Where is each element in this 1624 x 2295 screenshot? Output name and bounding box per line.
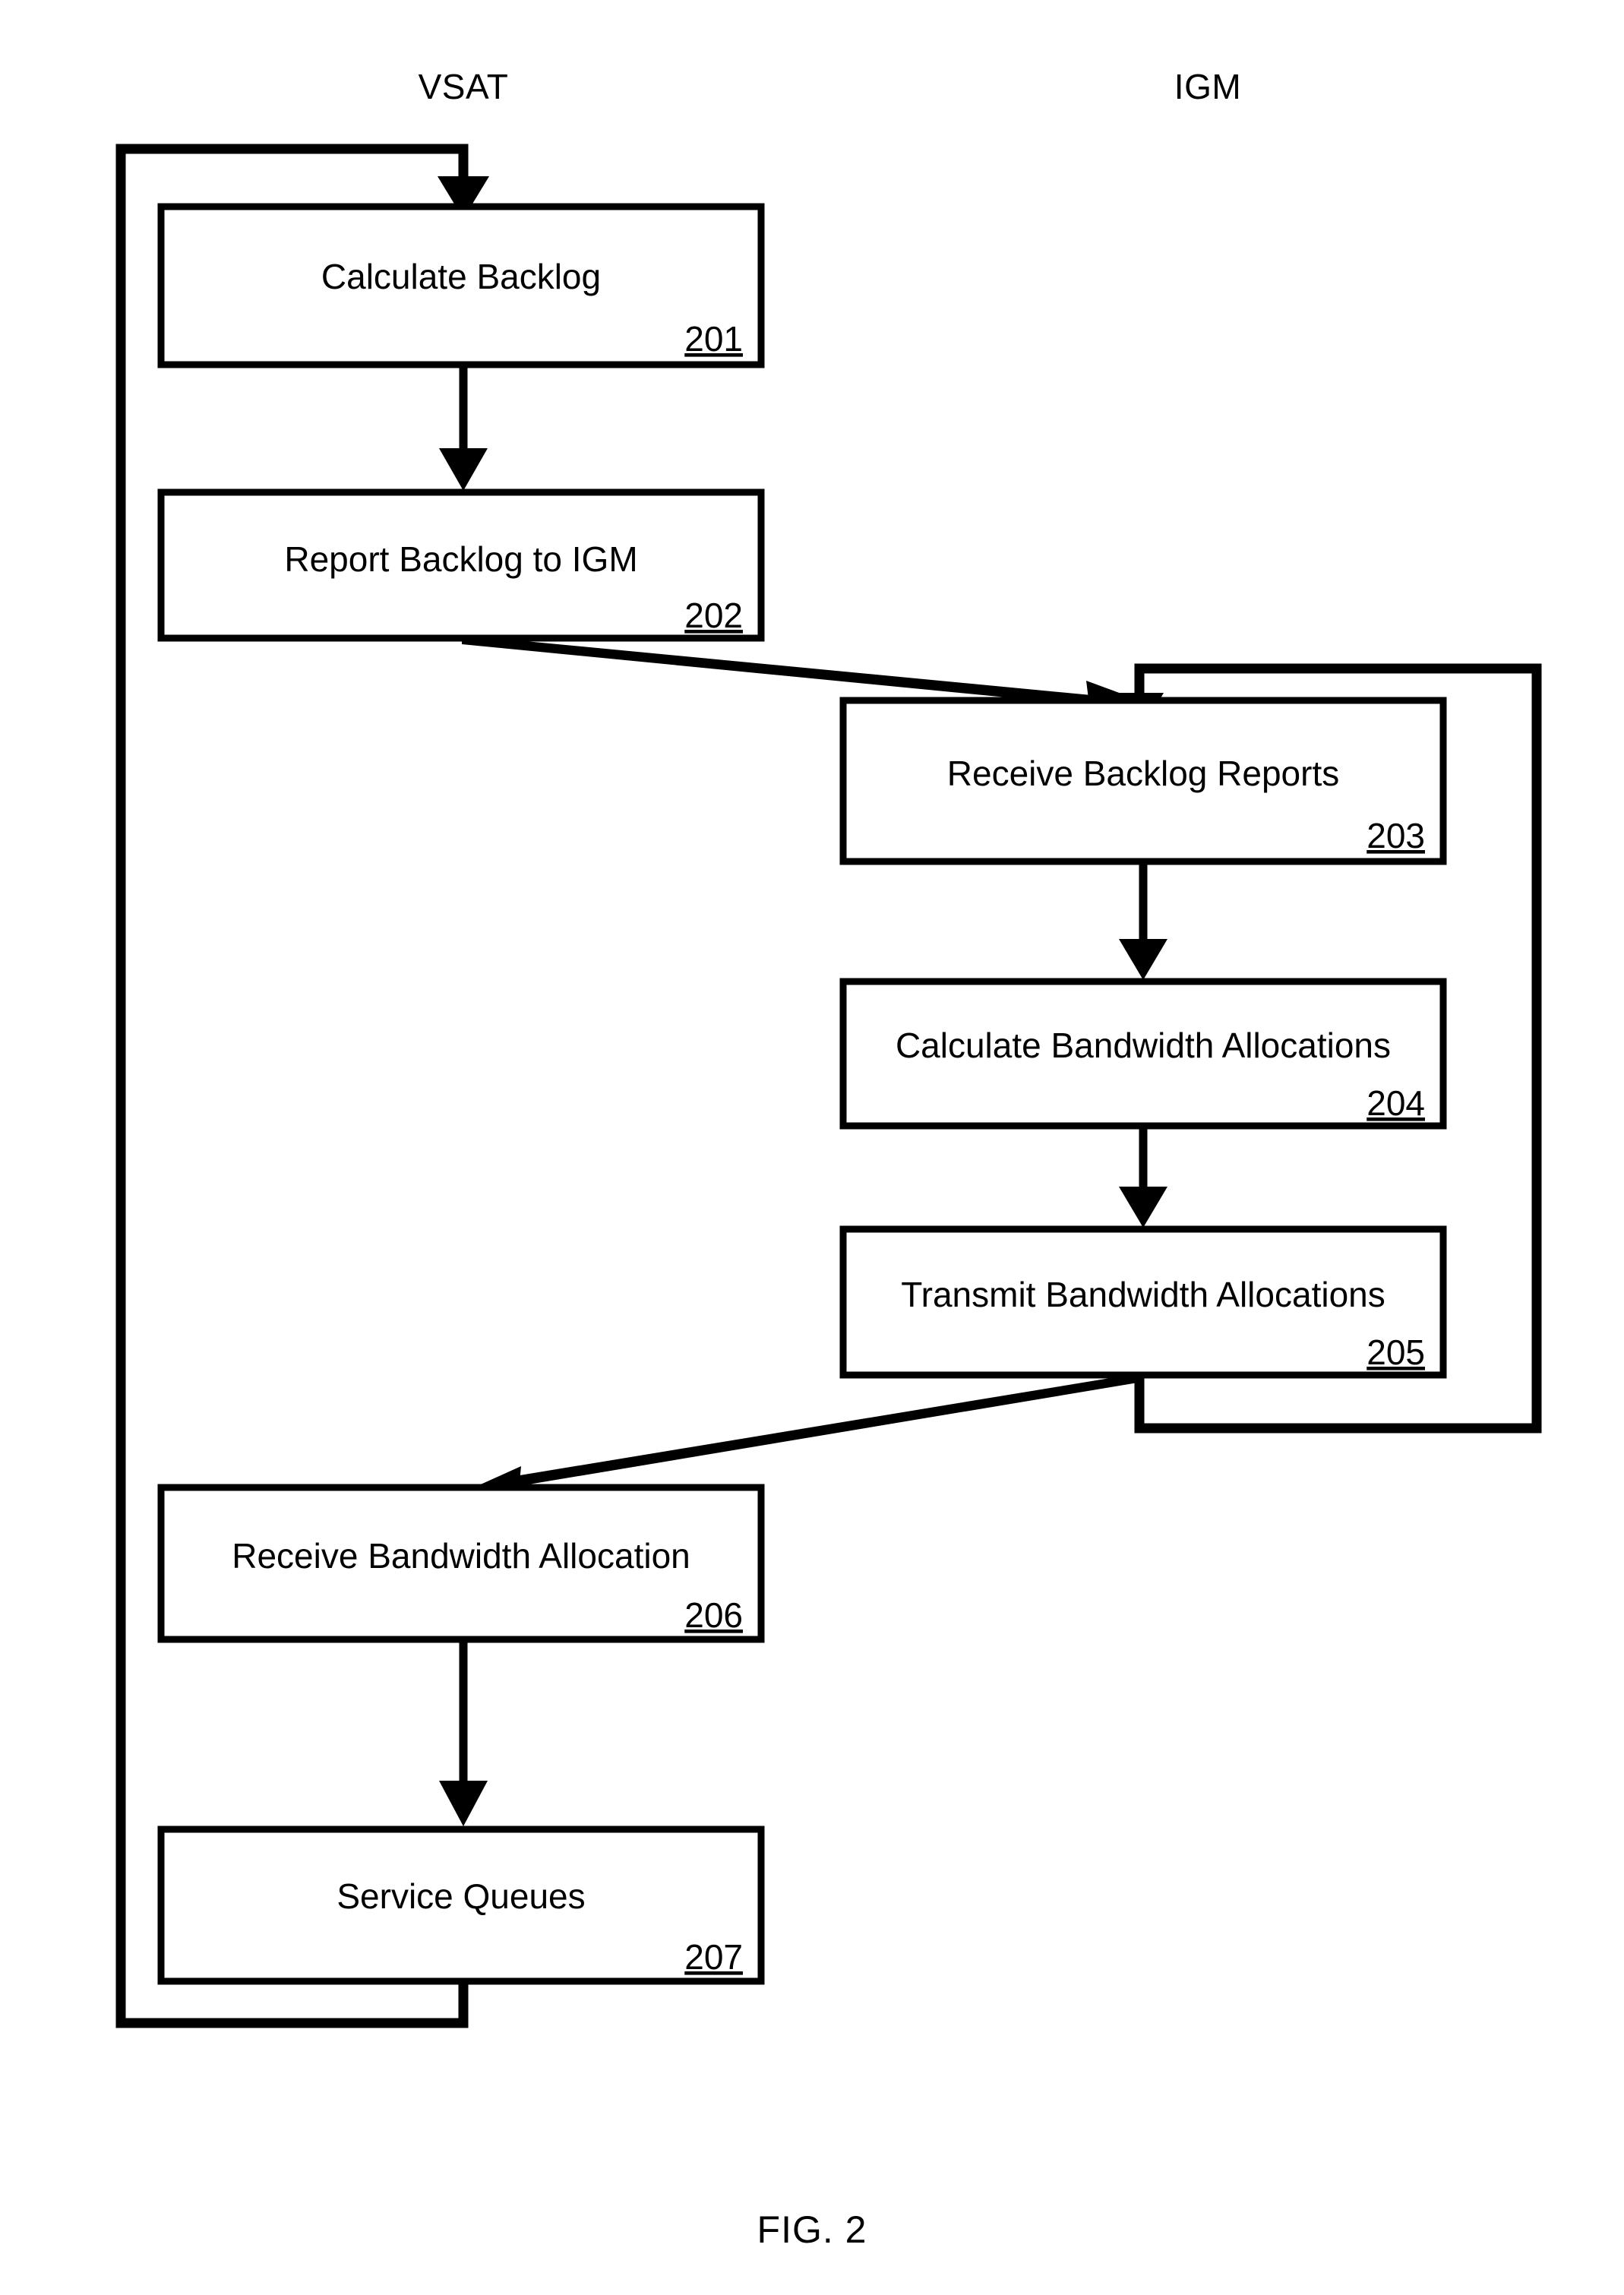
node-205-ref: 205 (1366, 1332, 1425, 1372)
edge-204-to-205 (1119, 1126, 1167, 1228)
node-207-ref: 207 (684, 1937, 743, 1977)
arrowhead-into-204 (1119, 939, 1167, 980)
node-205-transmit-bandwidth-allocations[interactable]: Transmit Bandwidth Allocations 205 (839, 1225, 1447, 1379)
edge-201-to-202 (439, 365, 488, 491)
node-201-calculate-backlog[interactable]: Calculate Backlog 201 (157, 203, 765, 368)
node-206-ref: 206 (684, 1595, 743, 1635)
node-203-receive-backlog-reports[interactable]: Receive Backlog Reports 203 (839, 697, 1447, 865)
edge-205-to-206-shaft (492, 1374, 1138, 1490)
node-203-label: Receive Backlog Reports (947, 754, 1339, 793)
arrowhead-into-202 (439, 448, 488, 491)
flowchart-diagram: VSAT IGM Calculate Backlog 201 Report Ba… (115, 67, 1542, 2251)
node-201-ref: 201 (684, 319, 743, 359)
node-206-receive-bandwidth-allocation[interactable]: Receive Bandwidth Allocation 206 (157, 1484, 765, 1643)
node-206-label: Receive Bandwidth Allocation (232, 1536, 690, 1576)
node-204-label: Calculate Bandwidth Allocations (896, 1026, 1391, 1065)
lane-header-vsat: VSAT (419, 67, 509, 106)
lane-header-igm: IGM (1174, 67, 1241, 106)
node-202-label: Report Backlog to IGM (284, 539, 637, 579)
node-207-label: Service Queues (336, 1876, 585, 1916)
edge-203-to-204 (1119, 861, 1167, 980)
node-205-label: Transmit Bandwidth Allocations (901, 1275, 1385, 1314)
node-202-ref: 202 (684, 596, 743, 635)
node-204-calculate-bandwidth-allocations[interactable]: Calculate Bandwidth Allocations 204 (839, 978, 1447, 1130)
node-204-ref: 204 (1366, 1083, 1425, 1123)
edge-207-to-201-feedback-loop (115, 144, 489, 2028)
node-202-report-backlog-to-igm[interactable]: Report Backlog to IGM 202 (157, 488, 765, 642)
node-203-ref: 203 (1366, 816, 1425, 855)
arrowhead-into-207 (439, 1781, 488, 1826)
node-207-service-queues[interactable]: Service Queues 207 (157, 1826, 765, 1985)
node-201-label: Calculate Backlog (321, 257, 601, 296)
patent-figure: VSAT IGM Calculate Backlog 201 Report Ba… (0, 0, 1624, 2295)
figure-caption: FIG. 2 (757, 2208, 867, 2251)
edge-206-to-207 (439, 1639, 488, 1826)
arrowhead-into-205 (1119, 1187, 1167, 1228)
